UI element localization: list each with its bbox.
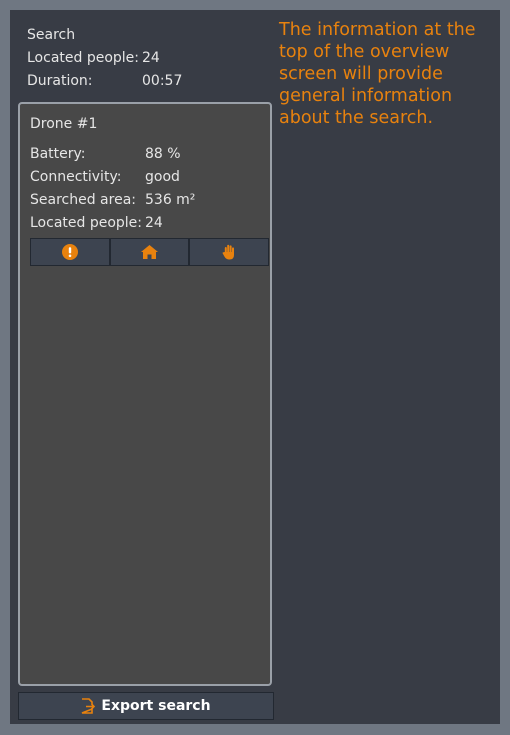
drone-located-people-row: Located people: 24 xyxy=(30,212,195,235)
drone-card[interactable]: Drone #1 Battery: 88 % Connectivity: goo… xyxy=(18,102,272,686)
search-title: Search xyxy=(27,27,76,43)
export-file-icon xyxy=(82,698,96,714)
searched-area-row: Searched area: 536 m² xyxy=(30,189,195,212)
export-search-button[interactable]: Export search xyxy=(18,692,274,720)
stop-hand-icon xyxy=(222,244,235,260)
drone-stats: Battery: 88 % Connectivity: good Searche… xyxy=(30,143,195,235)
searched-area-label: Searched area: xyxy=(30,192,136,208)
duration-value: 00:57 xyxy=(142,73,183,89)
search-summary: Search Located people: 24 Duration: 00:5… xyxy=(27,24,182,93)
alert-icon xyxy=(61,244,78,260)
searched-area-value: 536 m² xyxy=(145,192,196,208)
return-home-button[interactable] xyxy=(109,238,190,266)
connectivity-label: Connectivity: xyxy=(30,169,122,185)
connectivity-row: Connectivity: good xyxy=(30,166,195,189)
battery-value: 88 % xyxy=(145,146,181,162)
duration-label: Duration: xyxy=(27,73,93,89)
export-search-label: Export search xyxy=(101,698,211,714)
overview-panel: Search Located people: 24 Duration: 00:5… xyxy=(10,10,500,724)
connectivity-value: good xyxy=(145,169,180,185)
home-icon xyxy=(141,245,158,259)
drone-action-bar xyxy=(30,238,270,266)
located-people-label: Located people: xyxy=(27,50,140,66)
located-people-row: Located people: 24 xyxy=(27,47,182,70)
located-people-value: 24 xyxy=(142,50,160,66)
stop-button[interactable] xyxy=(189,238,270,266)
alert-button[interactable] xyxy=(30,238,110,266)
drone-located-people-value: 24 xyxy=(145,215,163,231)
duration-row: Duration: 00:57 xyxy=(27,70,182,93)
tutorial-hint: The information at the top of the overvi… xyxy=(279,20,476,128)
battery-label: Battery: xyxy=(30,146,86,162)
drone-name: Drone #1 xyxy=(30,116,98,132)
battery-row: Battery: 88 % xyxy=(30,143,195,166)
drone-located-people-label: Located people: xyxy=(30,215,143,231)
